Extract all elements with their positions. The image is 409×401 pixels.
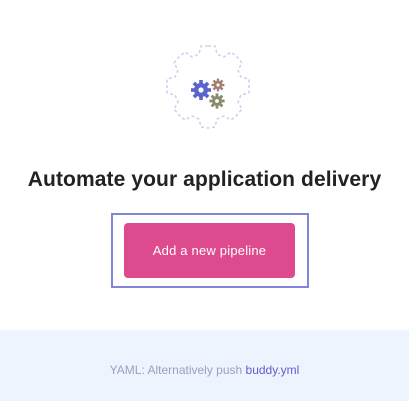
yaml-footer: YAML: Alternatively push buddy.yml bbox=[0, 330, 409, 401]
gears-in-cog-icon bbox=[158, 40, 258, 140]
blue-gear-icon bbox=[191, 80, 211, 100]
footer-prefix: YAML: Alternatively push bbox=[109, 363, 246, 377]
add-pipeline-button[interactable]: Add a new pipeline bbox=[124, 223, 295, 278]
page-title: Automate your application delivery bbox=[27, 168, 382, 191]
brown-gear-icon bbox=[211, 78, 225, 92]
buddy-yml-link[interactable]: buddy.yml bbox=[246, 363, 300, 377]
cog-outline-icon bbox=[166, 45, 250, 129]
empty-state-page: Automate your application delivery Add a… bbox=[0, 0, 409, 401]
olive-gear-icon bbox=[209, 93, 225, 109]
footer-text: YAML: Alternatively push buddy.yml bbox=[0, 363, 409, 377]
